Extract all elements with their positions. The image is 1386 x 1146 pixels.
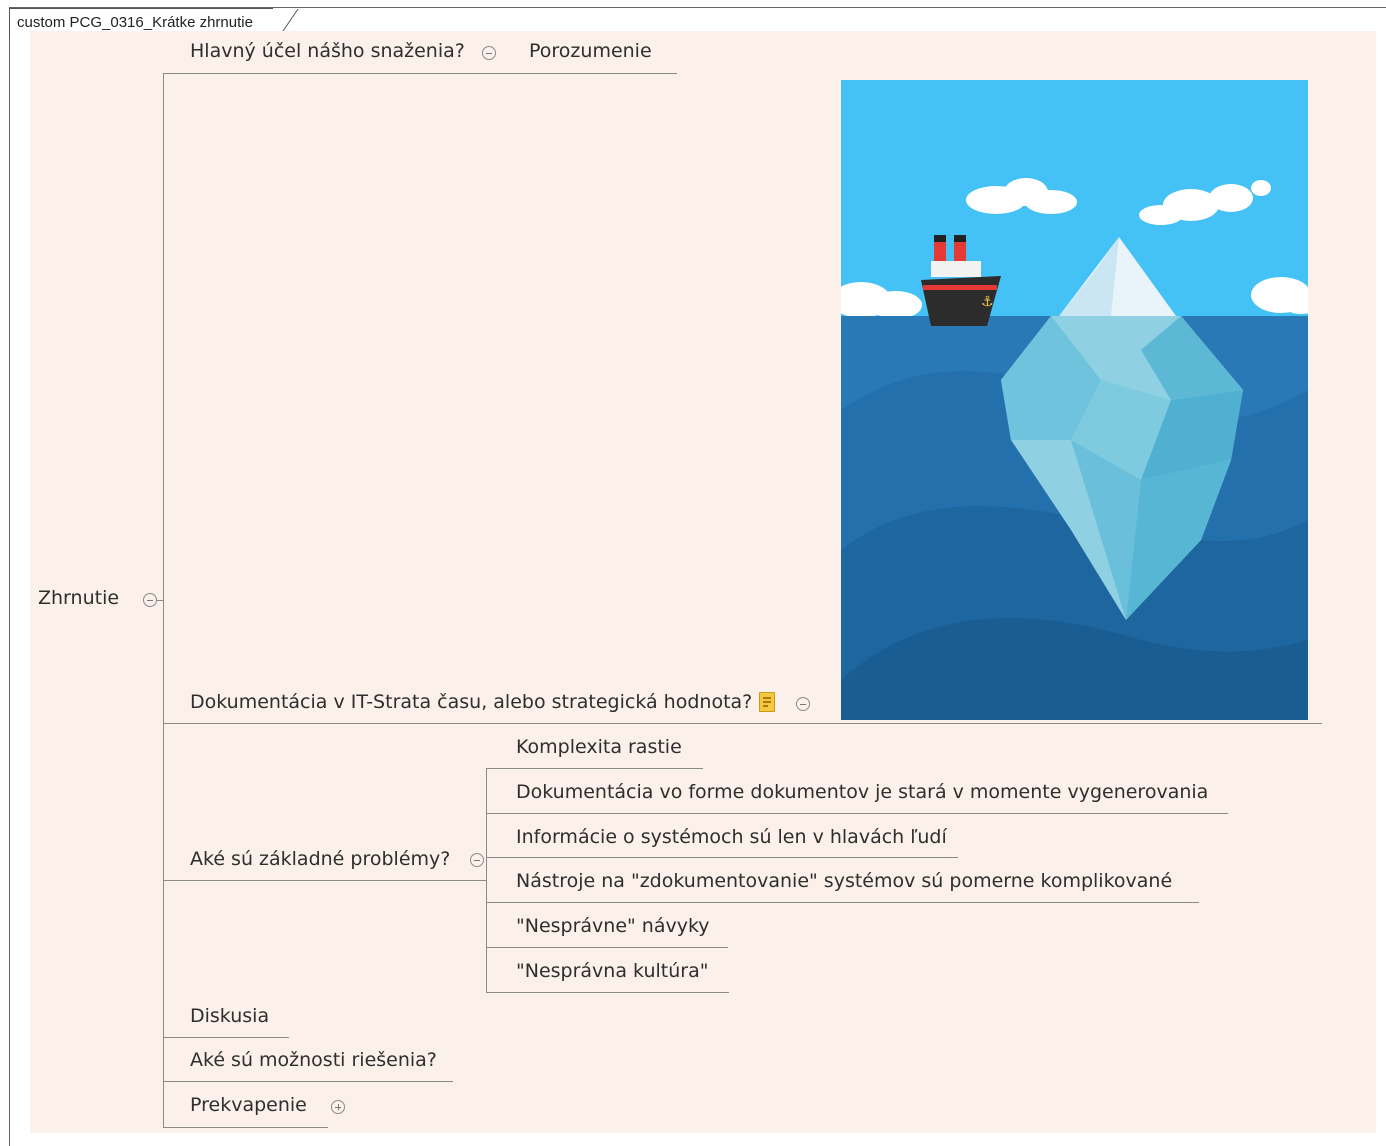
problem-item[interactable]: "Nesprávna kultúra" [516,960,708,982]
topic-main-purpose[interactable]: Hlavný účel nášho snaženia? [190,40,465,62]
iceberg-illustration: ⚓ [841,80,1308,720]
svg-text:⚓: ⚓ [981,294,994,310]
problem-item-underline [486,768,703,769]
problem-item-underline [486,947,728,948]
topic-main-purpose-collapse-toggle[interactable] [482,46,496,60]
problem-item[interactable]: "Nesprávne" návyky [516,915,710,937]
topic-surprise-underline [163,1127,328,1128]
problem-item[interactable]: Nástroje na "zdokumentovanie" systémov s… [516,870,1172,892]
topic-solution-options-underline [163,1081,453,1082]
problem-item-underline [486,857,958,858]
root-collapse-toggle[interactable] [143,593,157,607]
topic-main-purpose-underline [163,73,677,74]
problem-item[interactable]: Komplexita rastie [516,736,682,758]
frame-border-left [9,7,10,1146]
topic-surprise[interactable]: Prekvapenie [190,1094,307,1116]
topic-documentation-underline [163,723,1322,724]
root-topic[interactable]: Zhrnutie [38,587,119,609]
note-icon[interactable] [759,692,775,712]
topic-solution-options[interactable]: Aké sú možnosti riešenia? [190,1049,437,1071]
topic-surprise-expand-toggle[interactable] [331,1100,345,1114]
problem-item[interactable]: Informácie o systémoch sú len v hlavách … [516,826,947,848]
topic-documentation-collapse-toggle[interactable] [796,697,810,711]
problem-item[interactable]: Dokumentácia vo forme dokumentov je star… [516,781,1208,803]
main-trunk-connector [163,73,164,1128]
problem-item-underline [486,902,1199,903]
topic-discussion-underline [163,1037,289,1038]
subtopic-porozumenie[interactable]: Porozumenie [529,40,652,62]
topic-discussion[interactable]: Diskusia [190,1005,269,1027]
problems-branch-connector [486,768,487,992]
problem-item-underline [486,813,1228,814]
topic-basic-problems-collapse-toggle[interactable] [470,853,484,867]
problem-item-underline [486,992,729,993]
topic-basic-problems[interactable]: Aké sú základné problémy? [190,848,450,870]
topic-documentation[interactable]: Dokumentácia v IT-Strata času, alebo str… [190,691,752,713]
topic-basic-problems-underline [163,880,486,881]
